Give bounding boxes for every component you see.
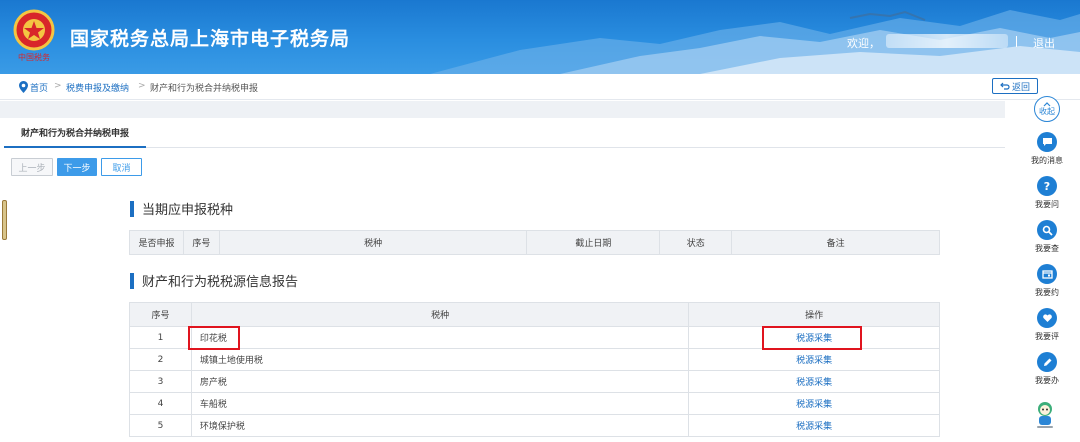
- row-tax-name: 车船税: [190, 392, 690, 415]
- location-pin-icon: [19, 81, 28, 93]
- side-item-ask[interactable]: ? 我要问: [1020, 176, 1074, 210]
- side-item-my-messages[interactable]: 我的消息: [1020, 132, 1074, 166]
- breadcrumb-current: 财产和行为税合并纳税申报: [150, 84, 259, 94]
- prev-step-button[interactable]: 上一步: [11, 158, 53, 176]
- section-title-text: 财产和行为税税源信息报告: [142, 275, 299, 290]
- breadcrumb-home-link[interactable]: 首页: [30, 81, 48, 94]
- col-header-deadline: 截止日期: [526, 230, 661, 255]
- row-index: 5: [129, 414, 192, 437]
- message-icon: [1037, 132, 1057, 152]
- row-tax-name: 印花税: [190, 326, 690, 349]
- row-tax-name: 房产税: [190, 370, 690, 393]
- section-title-text: 当期应申报税种: [142, 203, 234, 218]
- welcome-text: 欢迎，: [847, 37, 880, 50]
- table-header-row: 序号 税种 操作: [129, 302, 940, 327]
- side-item-label: 我的消息: [1031, 156, 1063, 165]
- logout-link[interactable]: 退出: [1033, 35, 1055, 51]
- table-row: 4 车船税 税源采集: [129, 392, 940, 415]
- tax-source-table: 序号 税种 操作 1 印花税 税源采集 2 城镇土地使用税 税源采集 3 房产税…: [129, 302, 940, 437]
- side-item-label: 我要办: [1035, 376, 1059, 385]
- current-taxes-table: 是否申报 序号 税种 截止日期 状态 备注: [129, 230, 940, 255]
- col-header-index: 序号: [182, 230, 220, 255]
- col-header-declare: 是否申报: [129, 230, 184, 255]
- row-index: 4: [129, 392, 192, 415]
- row-index: 1: [129, 326, 192, 349]
- highlight-box-stamp-tax: [188, 326, 240, 350]
- heart-icon: [1037, 308, 1057, 328]
- tab-divider: [146, 147, 1005, 148]
- table-row: 3 房产税 税源采集: [129, 370, 940, 393]
- side-item-label: 我要评: [1035, 332, 1059, 341]
- table-header-row: 是否申报 序号 税种 截止日期 状态 备注: [129, 230, 940, 255]
- collapse-button[interactable]: 收起: [1034, 96, 1060, 122]
- highlight-box-collect-action: [762, 326, 862, 350]
- row-index: 2: [129, 348, 192, 371]
- collapse-label: 收起: [1039, 107, 1055, 116]
- scroll-handle[interactable]: [2, 200, 7, 240]
- divider: [1016, 36, 1017, 47]
- tax-emblem-logo: 中国税务: [13, 9, 55, 62]
- section-tax-source-title: 财产和行为税税源信息报告: [130, 271, 298, 290]
- row-tax-name: 城镇土地使用税: [190, 348, 690, 371]
- col-header-index: 序号: [129, 302, 192, 327]
- pen-icon: [1037, 352, 1057, 372]
- col-header-status: 状态: [659, 230, 733, 255]
- search-icon: [1037, 220, 1057, 240]
- row-index: 3: [129, 370, 192, 393]
- back-button[interactable]: 返回: [992, 78, 1038, 94]
- side-item-label: 我要查: [1035, 244, 1059, 253]
- cancel-button[interactable]: 取消: [101, 158, 142, 176]
- side-item-label: 我要约: [1035, 288, 1059, 297]
- tax-source-collect-link[interactable]: 税源采集: [796, 378, 832, 388]
- row-tax-name: 环境保护税: [190, 414, 690, 437]
- next-step-button[interactable]: 下一步: [57, 158, 97, 176]
- col-header-remarks: 备注: [731, 230, 940, 255]
- calendar-icon: [1037, 264, 1057, 284]
- redacted-username: [886, 34, 1008, 48]
- back-button-label: 返回: [1011, 82, 1030, 93]
- site-header: 中国税务 国家税务总局上海市电子税务局 欢迎， 退出: [0, 0, 1080, 74]
- breadcrumb-separator: >: [54, 81, 62, 91]
- breadcrumb-separator: >: [138, 81, 146, 91]
- tax-source-collect-link[interactable]: 税源采集: [796, 422, 832, 432]
- content-top-band: [0, 101, 1005, 118]
- assistant-mascot-icon[interactable]: [1033, 400, 1057, 430]
- breadcrumb: 首页 > 税费申报及缴纳 > 财产和行为税合并纳税申报: [0, 74, 1080, 100]
- table-row: 2 城镇土地使用税 税源采集: [129, 348, 940, 371]
- section-marker: [130, 200, 134, 217]
- emblem-caption: 中国税务: [18, 52, 50, 62]
- question-icon: ?: [1037, 176, 1057, 196]
- tax-source-collect-link[interactable]: 税源采集: [796, 356, 832, 366]
- back-arrow-icon: [1000, 82, 1010, 90]
- section-marker: [130, 272, 134, 289]
- section-current-taxes-title: 当期应申报税种: [130, 199, 233, 218]
- col-header-action: 操作: [688, 302, 940, 327]
- side-item-label: 我要问: [1035, 200, 1059, 209]
- side-item-search[interactable]: 我要查: [1020, 220, 1074, 254]
- breadcrumb-tax-filing-link[interactable]: 税费申报及缴纳: [66, 81, 129, 94]
- tab-property-behavior-tax[interactable]: 财产和行为税合并纳税申报: [4, 118, 146, 148]
- side-item-handle[interactable]: 我要办: [1020, 352, 1074, 386]
- side-item-evaluate[interactable]: 我要评: [1020, 308, 1074, 342]
- table-row: 5 环境保护税 税源采集: [129, 414, 940, 437]
- side-item-appointment[interactable]: 我要约: [1020, 264, 1074, 298]
- col-header-tax-type: 税种: [190, 302, 690, 327]
- tax-source-collect-link[interactable]: 税源采集: [796, 400, 832, 410]
- right-service-panel: 收起 我的消息 ? 我要问 我要查 我要约 我要评 我要办: [1010, 96, 1080, 442]
- site-title: 国家税务总局上海市电子税务局: [70, 28, 351, 50]
- col-header-tax-type: 税种: [218, 230, 528, 255]
